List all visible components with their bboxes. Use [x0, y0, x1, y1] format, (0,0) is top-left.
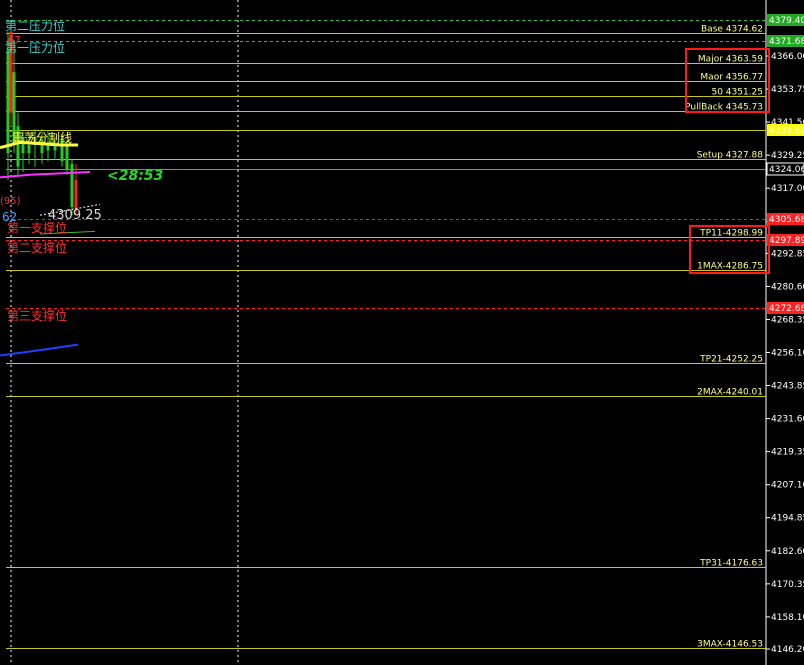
candle-body	[70, 163, 74, 208]
price-badge-text: 4297.89	[769, 236, 804, 246]
trading-chart[interactable]: 4366.004353.754341.504329.254317.004304.…	[0, 0, 804, 665]
level-label: Setup 4327.88	[697, 151, 764, 161]
axis-tick-label: 4268.35	[771, 315, 804, 325]
axis-tick-label: 4219.35	[771, 448, 804, 458]
chart-canvas[interactable]: 4366.004353.754341.504329.254317.004304.…	[0, 0, 804, 665]
price-badge-text: 4324.06	[769, 165, 804, 175]
axis-tick-label: 4353.75	[771, 85, 804, 95]
axis-tick-label: 4317.00	[771, 184, 804, 194]
axis-tick-label: 4158.10	[771, 613, 804, 623]
axis-tick-label: 4256.10	[771, 349, 804, 359]
axis-tick-label: 4207.10	[771, 481, 804, 491]
partial-label-95: (95)	[0, 196, 21, 207]
level-label: TP21-4252.25	[699, 355, 763, 365]
price-badge-text: 4379.40	[769, 16, 804, 26]
candle-body	[74, 180, 78, 210]
price-badge-text: 4371.68	[769, 37, 804, 47]
candlestick-series	[0, 23, 101, 357]
axis-tick-label: 4231.60	[771, 415, 804, 425]
level-label: 2MAX-4240.01	[697, 388, 763, 398]
axis-tick-label: 4194.85	[771, 514, 804, 524]
moving-average-blue	[0, 343, 79, 357]
price-badge-text: 4305.68	[769, 215, 804, 225]
price-badge-text: 4272.68	[769, 304, 804, 314]
axis-tick-label: 4280.60	[771, 282, 804, 292]
axis-tick-label: 4243.85	[771, 382, 804, 392]
level-label: TP31-4176.63	[699, 559, 763, 569]
axis-tick-label: 4329.25	[771, 151, 804, 161]
axis-tick-label: 4170.35	[771, 580, 804, 590]
price-badge-text: 4338.68	[769, 126, 804, 136]
range-divider-label: 震荡分割线	[12, 131, 73, 145]
highlight-box-tp1-levels	[689, 225, 770, 274]
axis-tick-label: 4182.60	[771, 547, 804, 557]
axis-tick-label: 4366.00	[771, 52, 804, 62]
level-label: Base 4374.62	[701, 25, 763, 35]
axis-tick-label: 4292.85	[771, 249, 804, 259]
candle-body	[6, 50, 10, 154]
level-label: 3MAX-4146.53	[697, 640, 763, 650]
resistance-2-label: 第二压力位	[5, 19, 66, 33]
candle-body	[27, 145, 31, 154]
resistance-1-label: 第一压力位	[5, 41, 66, 55]
highlight-box-major-levels	[685, 48, 770, 113]
support-2-label: 第二支撑位	[7, 241, 68, 255]
candle-body	[65, 145, 69, 170]
axis-tick-label: 4146.20	[771, 645, 804, 655]
support-1-label: 第一支撑位	[7, 221, 68, 235]
support-3-label: 第三支撑位	[7, 309, 68, 323]
bar-countdown-timer: <28:53	[107, 168, 164, 184]
